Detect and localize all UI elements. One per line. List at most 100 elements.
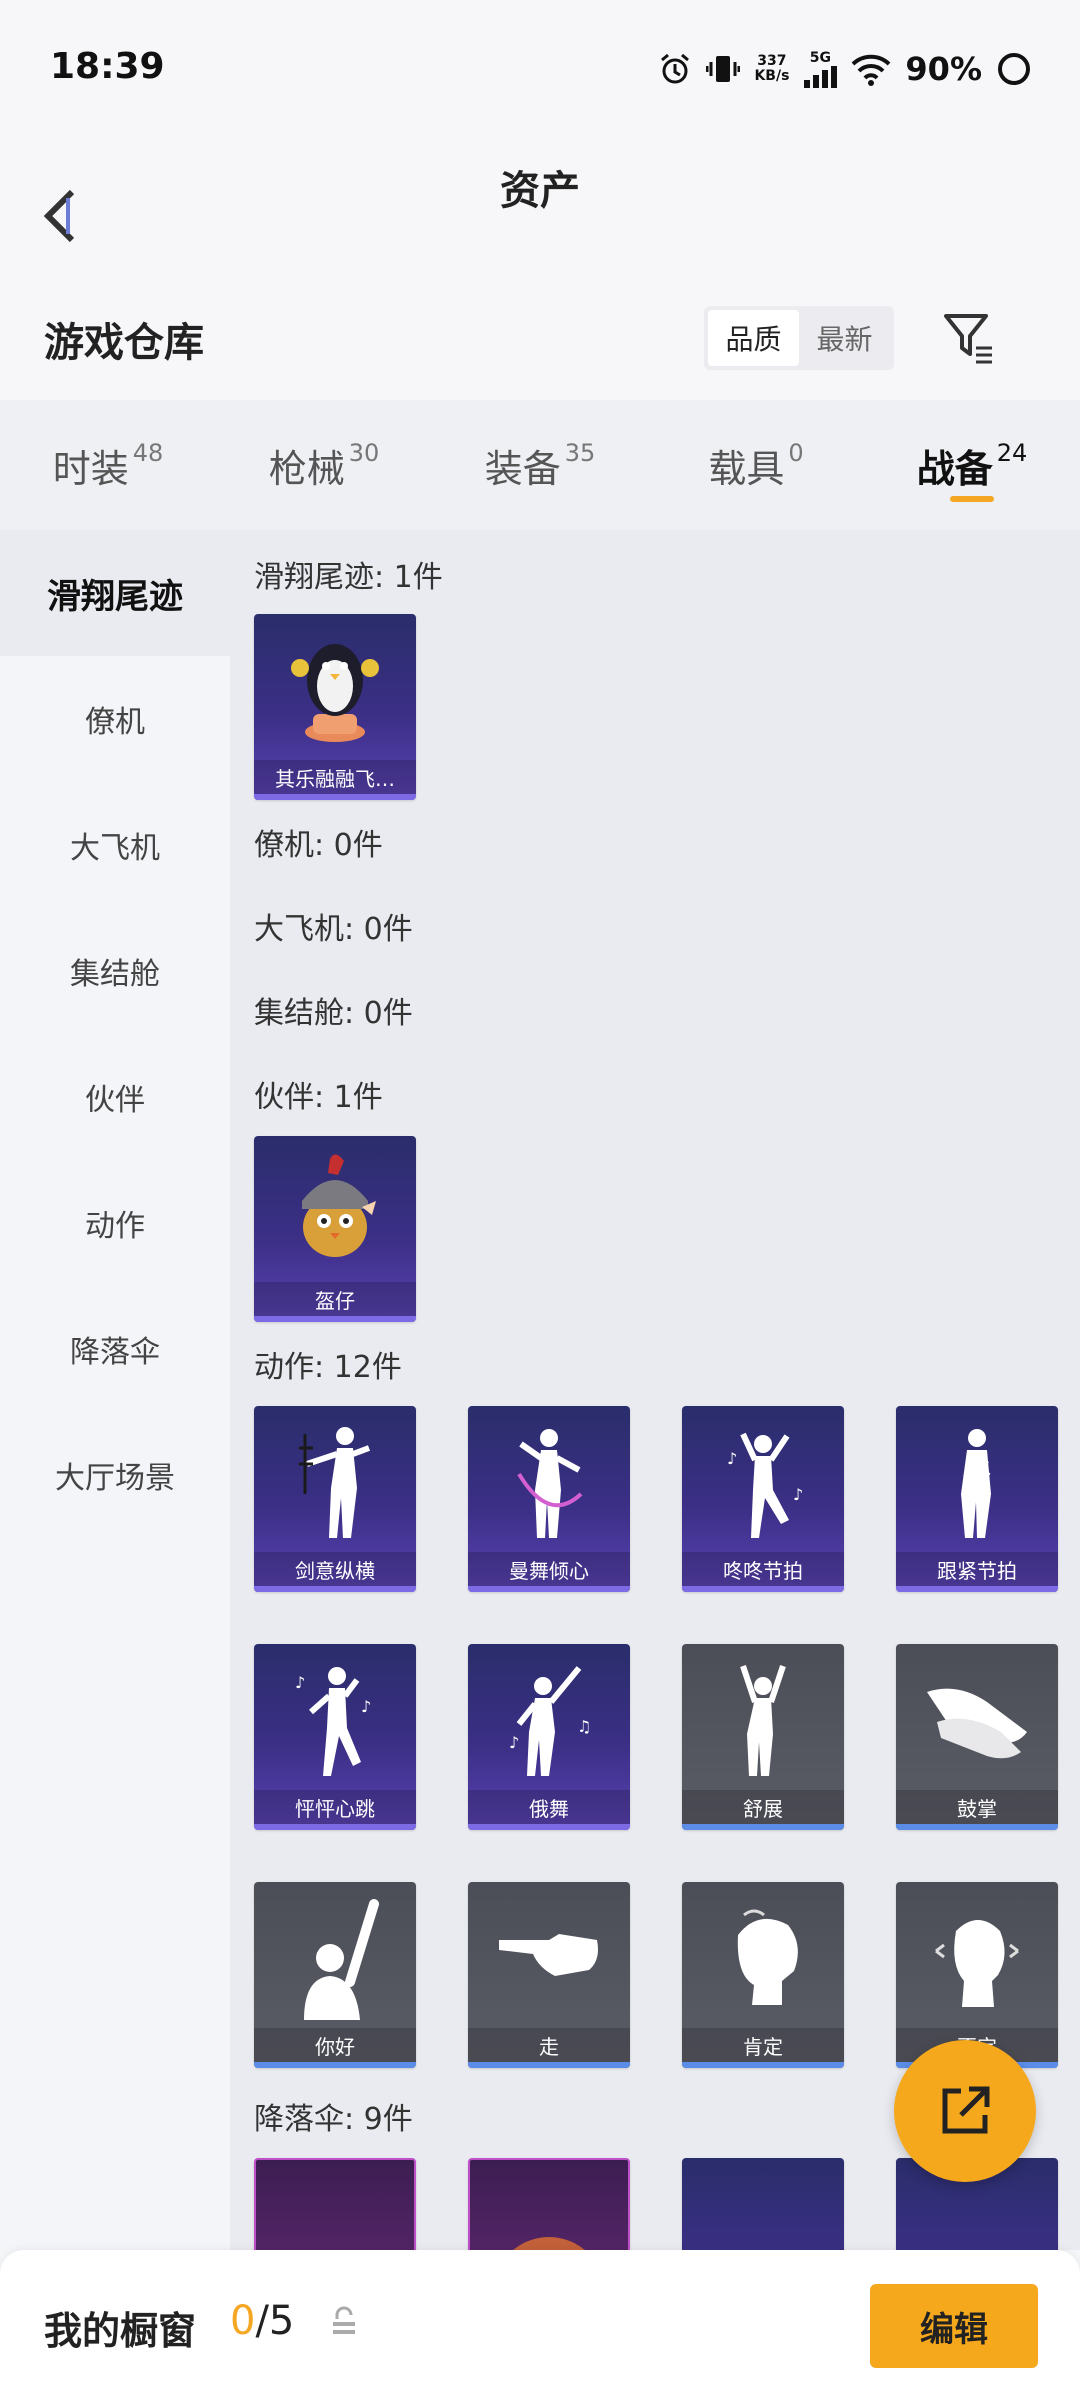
section-label-emote: 动作: 12件 (254, 1350, 402, 1385)
svg-text:♪: ♪ (793, 1485, 803, 1504)
sidebar: 滑翔尾迹 僚机 大飞机 集结舱 伙伴 动作 降落伞 大厅场景 (0, 530, 230, 2250)
rarity-bar (468, 2062, 630, 2068)
penguin-image (254, 614, 416, 760)
wifi-icon (852, 54, 891, 86)
external-link-icon (942, 2086, 990, 2134)
item-card[interactable]: 你好 (254, 1882, 416, 2068)
svg-text:♪: ♪ (361, 1697, 371, 1716)
category-tabs: 时装 48 枪械 30 装备 35 载具 0 战备 24 (0, 400, 1080, 530)
section-label-assembly-pod: 集结舱: 0件 (254, 996, 413, 1031)
rarity-bar (468, 1586, 630, 1592)
section-label-parachute: 降落伞: 9件 (254, 2102, 413, 2137)
sidebar-item-parachute[interactable]: 降落伞 (0, 1286, 230, 1412)
pointing-hand-image (468, 1882, 630, 2028)
svg-text:♪: ♪ (509, 1733, 519, 1752)
item-card-name: 盔仔 (254, 1282, 416, 1316)
rarity-bar (254, 794, 416, 800)
item-card[interactable]: 肯定 (682, 1882, 844, 2068)
sidebar-item-lobby-scene[interactable]: 大厅场景 (0, 1412, 230, 1538)
emote-figure-image: ♪ ♪ (254, 1644, 416, 1790)
parachute-image (682, 2158, 844, 2250)
sidebar-item-big-plane[interactable]: 大飞机 (0, 782, 230, 908)
section-label-big-plane: 大飞机: 0件 (254, 912, 413, 947)
filter-icon (944, 314, 992, 364)
item-card-name: 剑意纵横 (254, 1552, 416, 1586)
filter-button[interactable] (940, 308, 1000, 368)
item-card[interactable]: ♪ ♪ 咚咚节拍 (682, 1406, 844, 1592)
network-speed: 337 KB/s (754, 53, 790, 84)
section-label-partner: 伙伴: 1件 (254, 1080, 383, 1115)
emote-figure-image (896, 1406, 1058, 1552)
edit-button[interactable]: 编辑 (870, 2284, 1038, 2368)
page-title: 资产 (500, 168, 580, 214)
emote-figure-image (254, 1406, 416, 1552)
parachute-image (256, 2160, 414, 2250)
item-card[interactable] (682, 2158, 844, 2250)
rarity-bar (682, 1586, 844, 1592)
sidebar-item-wingman[interactable]: 僚机 (0, 656, 230, 782)
sidebar-item-glide-trail[interactable]: 滑翔尾迹 (0, 530, 230, 656)
rarity-bar (682, 1824, 844, 1830)
vibrate-icon (706, 56, 741, 82)
emote-figure-image: ♪ ♫ (468, 1644, 630, 1790)
svg-text:♪: ♪ (727, 1449, 737, 1468)
sort-toggle: 品质 最新 (704, 306, 894, 370)
battery-ring-icon (998, 53, 1030, 85)
item-card[interactable] (468, 2158, 630, 2250)
showcase-count: 0/5 (230, 2298, 295, 2344)
section-label-wingman: 僚机: 0件 (254, 828, 383, 863)
item-grid: 滑翔尾迹: 1件 其乐融融飞… 僚机: 0件 大飞机: 0件 集结舱: 0件 伙… (230, 530, 1080, 2250)
item-card[interactable]: ♪ ♫ 俄舞 (468, 1644, 630, 1830)
item-card-name: 怦怦心跳 (254, 1790, 416, 1824)
signal-group: 5G (803, 50, 838, 88)
item-card[interactable]: 剑意纵横 (254, 1406, 416, 1592)
item-card[interactable]: 鼓掌 (896, 1644, 1058, 1830)
item-card-name: 其乐融融飞… (254, 760, 416, 794)
rarity-bar (896, 1824, 1058, 1830)
rarity-bar (254, 2062, 416, 2068)
item-card[interactable]: ♪ ♪ 怦怦心跳 (254, 1644, 416, 1830)
rarity-bar (254, 1316, 416, 1322)
item-card-name: 你好 (254, 2028, 416, 2062)
rarity-bar (254, 1586, 416, 1592)
rarity-bar (468, 1824, 630, 1830)
clapping-hands-image (896, 1644, 1058, 1790)
item-card[interactable]: 走 (468, 1882, 630, 2068)
sidebar-item-emote[interactable]: 动作 (0, 1160, 230, 1286)
tab-equipment[interactable]: 装备 35 (432, 400, 648, 530)
signal-icon (804, 66, 838, 88)
showcase-label: 我的橱窗 (44, 2309, 197, 2353)
tab-fashion[interactable]: 时装 48 (0, 400, 216, 530)
nodding-head-image (682, 1882, 844, 2028)
network-type: 5G (809, 50, 832, 66)
emote-figure-image: ♪ ♪ (682, 1406, 844, 1552)
item-card-name: 走 (468, 2028, 630, 2062)
alarm-icon (661, 53, 690, 84)
helmet-chick-image (254, 1136, 416, 1282)
parachute-image (470, 2160, 628, 2250)
lock-icon (333, 2306, 355, 2334)
tab-combat-gear[interactable]: 战备 24 (864, 400, 1080, 530)
svg-text:♫: ♫ (577, 1717, 591, 1736)
item-card[interactable]: 其乐融融飞… (254, 614, 416, 800)
svg-text:♪: ♪ (295, 1673, 305, 1692)
tab-vehicles[interactable]: 载具 0 (648, 400, 864, 530)
item-card-name: 肯定 (682, 2028, 844, 2062)
rarity-bar (896, 1586, 1058, 1592)
sidebar-item-partner[interactable]: 伙伴 (0, 1034, 230, 1160)
item-card[interactable]: 跟紧节拍 (896, 1406, 1058, 1592)
battery-percent: 90% (905, 50, 982, 88)
item-card-name: 咚咚节拍 (682, 1552, 844, 1586)
item-card[interactable] (254, 2158, 416, 2250)
item-card[interactable]: 曼舞倾心 (468, 1406, 630, 1592)
item-card[interactable]: 舒展 (682, 1644, 844, 1830)
item-card-name: 俄舞 (468, 1790, 630, 1824)
item-card[interactable]: 盔仔 (254, 1136, 416, 1322)
sidebar-item-assembly-pod[interactable]: 集结舱 (0, 908, 230, 1034)
share-button[interactable] (894, 2040, 1036, 2182)
sort-quality-button[interactable]: 品质 (708, 310, 799, 366)
emote-figure-image (468, 1406, 630, 1552)
tab-guns[interactable]: 枪械 30 (216, 400, 432, 530)
sort-newest-button[interactable]: 最新 (799, 310, 890, 366)
item-card-name: 跟紧节拍 (896, 1552, 1058, 1586)
